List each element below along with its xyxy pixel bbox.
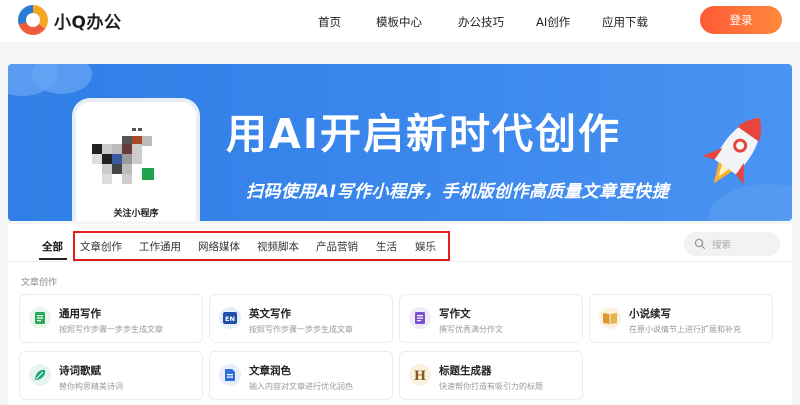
document-blue-icon xyxy=(219,364,241,386)
search-icon xyxy=(694,238,706,250)
card-title-generator[interactable]: H 标题生成器 快速帮你打造有吸引力的标题 xyxy=(399,351,583,400)
card-title: 写作文 xyxy=(439,308,471,320)
card-desc: 快速帮你打造有吸引力的标题 xyxy=(439,382,543,391)
banner-title: 用AI开启新时代创作 xyxy=(226,110,621,158)
nav-tips[interactable]: 办公技巧 xyxy=(458,14,536,30)
active-tab-indicator xyxy=(39,258,67,260)
card-english-writing[interactable]: EN 英文写作 按照写作步骤一步步生成文章 xyxy=(209,294,393,343)
banner-subtitle: 扫码使用AI写作小程序，手机版创作高质量文章更快捷 xyxy=(246,182,669,202)
card-desc: 撰写优秀满分作文 xyxy=(439,325,503,334)
svg-text:H: H xyxy=(414,369,426,382)
h-letter-icon: H xyxy=(409,364,431,386)
content-area: 文章创作 通用写作 按照写作步骤一步步生成文章 EN 英文写作 按照写作步骤一步… xyxy=(8,262,792,405)
card-desc: 按照写作步骤一步步生成文章 xyxy=(249,325,353,334)
card-desc: 输入内容对文章进行优化润色 xyxy=(249,382,353,391)
tab-media[interactable]: 网络媒体 xyxy=(198,239,240,254)
card-title: 诗词歌赋 xyxy=(59,365,101,377)
card-desc: 替你构思精美诗词 xyxy=(59,382,123,391)
leaf-icon xyxy=(29,364,51,386)
nav-templates[interactable]: 模板中心 xyxy=(376,14,458,30)
tab-article[interactable]: 文章创作 xyxy=(80,239,122,254)
card-polish[interactable]: 文章润色 输入内容对文章进行优化润色 xyxy=(209,351,393,400)
tab-all[interactable]: 全部 xyxy=(42,239,63,254)
document-green-icon xyxy=(29,307,51,329)
card-novel-continue[interactable]: 小说续写 在原小说情节上进行扩展和补充 xyxy=(589,294,773,343)
top-header: 小Q办公 首页 模板中心 办公技巧 AI创作 应用下载 登录 xyxy=(0,0,800,42)
card-desc: 在原小说情节上进行扩展和补充 xyxy=(629,325,741,334)
qr-caption: 关注小程序 xyxy=(113,209,159,219)
main-nav: 首页 模板中心 办公技巧 AI创作 应用下载 xyxy=(318,14,672,30)
card-essay[interactable]: 写作文 撰写优秀满分作文 xyxy=(399,294,583,343)
section-label: 文章创作 xyxy=(21,278,58,288)
tab-entertainment[interactable]: 娱乐 xyxy=(415,239,436,254)
card-title: 英文写作 xyxy=(249,308,291,320)
nav-app-download[interactable]: 应用下载 xyxy=(602,14,672,30)
tab-marketing[interactable]: 产品营销 xyxy=(316,239,358,254)
card-general-writing[interactable]: 通用写作 按照写作步骤一步步生成文章 xyxy=(19,294,203,343)
rocket-icon xyxy=(702,117,762,185)
page: 小Q办公 首页 模板中心 办公技巧 AI创作 应用下载 登录 关注小程序 用AI… xyxy=(0,0,800,405)
logo[interactable]: 小Q办公 xyxy=(18,5,121,35)
nav-home[interactable]: 首页 xyxy=(318,14,376,30)
search-placeholder: 搜索 xyxy=(712,240,732,251)
tab-video-script[interactable]: 视频脚本 xyxy=(257,239,299,254)
nav-ai-creation[interactable]: AI创作 xyxy=(536,14,602,30)
card-desc: 按照写作步骤一步步生成文章 xyxy=(59,325,163,334)
card-title: 通用写作 xyxy=(59,308,101,320)
svg-text:EN: EN xyxy=(225,315,235,323)
card-poetry[interactable]: 诗词歌赋 替你构思精美诗词 xyxy=(19,351,203,400)
login-button[interactable]: 登录 xyxy=(700,6,782,34)
category-tabs: 全部 文章创作 工作通用 网络媒体 视频脚本 产品营销 生活 娱乐 搜索 xyxy=(8,224,792,262)
en-book-icon: EN xyxy=(219,307,241,329)
essay-purple-icon xyxy=(409,307,431,329)
card-title: 标题生成器 xyxy=(439,365,492,377)
card-title: 文章润色 xyxy=(249,365,291,377)
open-book-icon xyxy=(599,307,621,329)
logo-text: 小Q办公 xyxy=(54,12,122,33)
qr-code-image xyxy=(92,128,162,188)
search-input[interactable]: 搜索 xyxy=(684,232,780,256)
promo-banner[interactable]: 关注小程序 用AI开启新时代创作 扫码使用AI写作小程序，手机版创作高质量文章更… xyxy=(8,64,792,221)
logo-icon xyxy=(18,5,48,35)
card-title: 小说续写 xyxy=(629,308,671,320)
tab-work[interactable]: 工作通用 xyxy=(139,239,181,254)
phone-mockup: 关注小程序 xyxy=(76,102,196,221)
tab-life[interactable]: 生活 xyxy=(376,239,397,254)
